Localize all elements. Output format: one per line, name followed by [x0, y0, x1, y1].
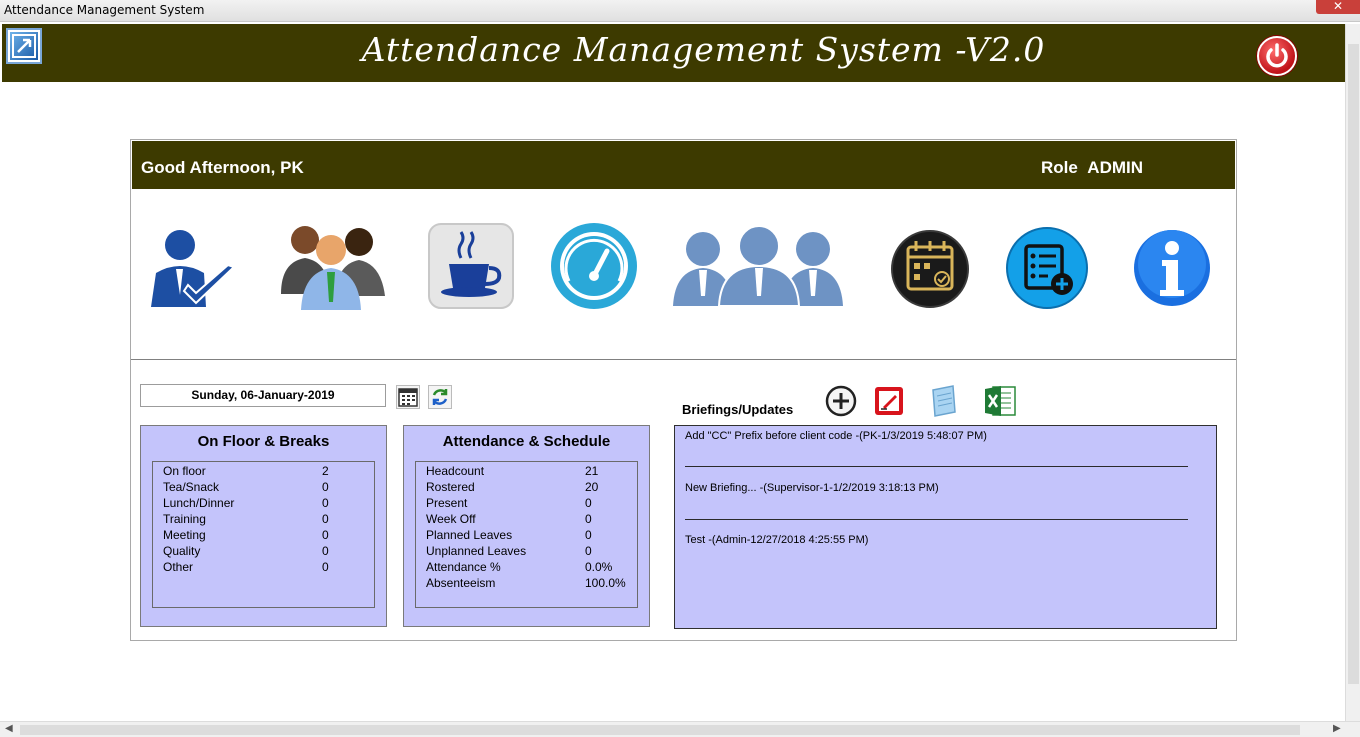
attendance-schedule-title: Attendance & Schedule [442, 433, 611, 450]
info-icon[interactable] [1132, 226, 1212, 315]
floor-breaks-title: On Floor & Breaks [197, 433, 330, 450]
briefings-list: Add "CC" Prefix before client code -(PK-… [674, 425, 1217, 629]
greeting-bar: Good Afternoon, PK Role ADMIN [132, 141, 1235, 189]
date-display: Sunday, 06-January-2019 [140, 384, 386, 407]
coffee-break-icon[interactable] [427, 222, 515, 315]
toolbar-icons-row [131, 190, 1236, 360]
briefing-item[interactable]: Add "CC" Prefix before client code -(PK-… [685, 430, 987, 442]
scroll-left-icon[interactable]: ◀ [5, 723, 13, 734]
refresh-icon[interactable] [428, 385, 452, 409]
dashboard-gauge-icon[interactable] [549, 221, 639, 316]
section-divider [131, 359, 1236, 360]
floor-breaks-list: On floor 2 Tea/Snack 0 Lunch/Dinner 0 Train… [152, 461, 375, 608]
edit-briefing-icon[interactable] [873, 385, 905, 422]
main-panel: Good Afternoon, PK Role ADMIN Sunday, 06… [130, 139, 1237, 641]
notes-icon[interactable] [927, 384, 959, 423]
briefing-item[interactable]: Test -(Admin-12/27/2018 4:25:55 PM) [685, 534, 868, 546]
briefing-separator [685, 519, 1188, 520]
excel-export-icon[interactable] [983, 384, 1017, 423]
os-title-bar: Attendance Management System ✕ [0, 0, 1360, 22]
app-header: Attendance Management System -V2.0 [2, 24, 1345, 82]
vertical-scrollbar[interactable] [1345, 24, 1360, 721]
scroll-right-icon[interactable]: ▶ [1333, 723, 1341, 734]
role-label: Role [1041, 158, 1078, 177]
scrollbar-thumb[interactable] [20, 725, 1300, 735]
window-close-button[interactable]: ✕ [1316, 0, 1360, 14]
role-info: Role ADMIN [1041, 158, 1143, 178]
app-title: Attendance Management System -V2.0 [361, 30, 1046, 69]
user-attendance-icon[interactable] [146, 225, 238, 315]
floor-breaks-panel: On Floor & Breaks On floor 2 Tea/Snack 0 L… [140, 425, 387, 627]
employees-group-icon[interactable] [671, 225, 847, 311]
attendance-schedule-list: Headcount 21 Rostered 20 Present 0 Week Off… [415, 461, 638, 608]
team-people-icon[interactable] [277, 222, 389, 317]
add-briefing-icon[interactable] [825, 385, 857, 422]
horizontal-scrollbar[interactable]: ◀ ▶ [0, 721, 1360, 737]
briefing-separator [685, 466, 1188, 467]
attendance-schedule-panel: Attendance & Schedule Headcount 21 Roster… [403, 425, 650, 627]
power-icon[interactable] [1257, 36, 1297, 76]
schedule-calendar-icon[interactable] [890, 227, 970, 314]
briefing-item[interactable]: New Briefing... -(Supervisor-1-1/2/2019 … [685, 482, 939, 494]
calendar-picker-icon[interactable] [396, 385, 420, 409]
window-title: Attendance Management System [4, 3, 205, 17]
briefings-label: Briefings/Updates [682, 402, 794, 417]
greeting-text: Good Afternoon, PK [141, 158, 304, 177]
add-report-icon[interactable] [1006, 226, 1088, 315]
role-value: ADMIN [1087, 158, 1144, 177]
scrollbar-thumb[interactable] [1348, 44, 1359, 684]
